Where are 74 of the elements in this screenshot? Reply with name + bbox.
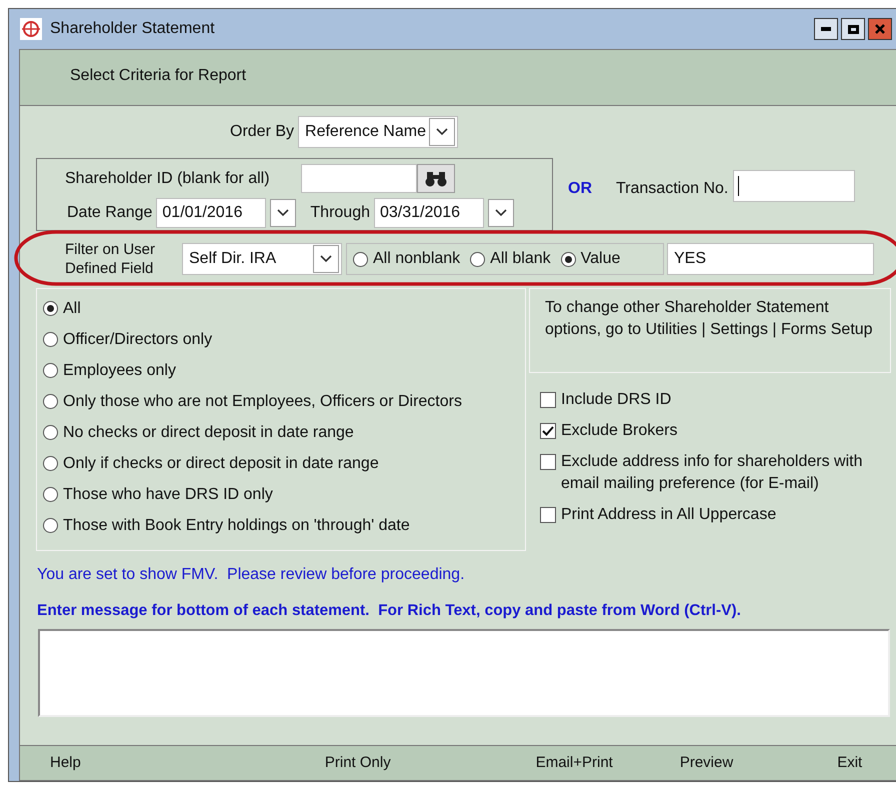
footer-button[interactable]: Email+Print	[536, 752, 613, 774]
message-field[interactable]	[38, 629, 890, 718]
value-field[interactable]: YES	[667, 243, 874, 275]
field-label: Order By	[230, 122, 294, 142]
checkbox[interactable]	[540, 423, 556, 439]
window-title: Shareholder Statement	[50, 19, 215, 39]
radio-option[interactable]: No checks or direct deposit in date range	[43, 420, 354, 444]
close-button[interactable]	[868, 18, 892, 40]
checkbox-option[interactable]: Include DRS ID	[540, 389, 891, 411]
dropdown-button[interactable]	[488, 199, 514, 227]
dropdown-button[interactable]	[313, 245, 339, 273]
date-field[interactable]: 01/01/2016	[156, 198, 266, 228]
minimize-icon	[821, 27, 831, 31]
shareholder-id-field[interactable]	[301, 164, 417, 193]
radio-button[interactable]	[43, 456, 58, 471]
search-button[interactable]	[417, 164, 455, 193]
chevron-down-icon	[277, 209, 290, 217]
radio-option[interactable]: All blank	[470, 247, 551, 271]
or-label: OR	[568, 179, 592, 199]
close-icon	[875, 24, 885, 34]
radio-option[interactable]: Those who have DRS ID only	[43, 482, 273, 506]
radio-option[interactable]: All nonblank	[353, 247, 460, 271]
checkbox[interactable]	[540, 454, 556, 470]
field-select[interactable]: Self Dir. IRA	[182, 243, 342, 275]
app-logo-icon	[20, 18, 42, 40]
checkbox[interactable]	[540, 392, 556, 408]
checkbox[interactable]	[540, 507, 556, 523]
footer-button[interactable]: Preview	[680, 752, 734, 774]
radio-button[interactable]	[43, 301, 58, 316]
chevron-down-icon	[436, 128, 448, 136]
minimize-button[interactable]	[814, 18, 838, 40]
radio-option[interactable]: Employees only	[43, 358, 176, 382]
checkbox-option[interactable]: Exclude Brokers	[540, 420, 891, 442]
fmv-notice: You are set to show FMV. Please review before proceeding.	[37, 565, 466, 585]
radio-button[interactable]	[43, 363, 58, 378]
radio-option[interactable]: Only those who are not Employees, Officers or Directors	[43, 390, 462, 414]
date-field[interactable]: 03/31/2016	[374, 198, 484, 228]
text-cursor	[738, 176, 740, 196]
filter-label: Filter on User Defined Field	[65, 240, 156, 278]
radio-option[interactable]: Only if checks or direct deposit in date range	[43, 452, 379, 476]
field-label: Shareholder ID (blank for all)	[65, 168, 271, 188]
field-label: Through	[310, 203, 370, 223]
transaction-field[interactable]	[733, 170, 856, 202]
binoculars-icon	[424, 170, 448, 186]
radio-button[interactable]	[353, 252, 368, 266]
radio-button[interactable]	[43, 394, 58, 409]
radio-option[interactable]: Those with Book Entry holdings on 'through' date	[43, 514, 410, 538]
maximize-icon	[848, 24, 858, 34]
radio-button[interactable]	[43, 332, 58, 347]
radio-button[interactable]	[43, 487, 58, 502]
checkbox-option[interactable]: Exclude address info for shareholders with email mailing preference (for E-mail)	[540, 451, 891, 495]
chevron-down-icon	[320, 255, 332, 263]
field-label: Transaction No.	[616, 179, 728, 199]
chevron-down-icon	[494, 209, 507, 217]
radio-option[interactable]: Value	[560, 247, 620, 271]
footer-button[interactable]: Print Only	[324, 752, 391, 774]
footer-button[interactable]: Exit	[837, 752, 862, 774]
radio-button[interactable]	[470, 252, 486, 266]
dropdown-button[interactable]	[270, 199, 296, 227]
checkmark-icon	[542, 426, 554, 436]
radio-option[interactable]: All	[43, 296, 81, 320]
dropdown-button[interactable]	[428, 118, 455, 146]
order-by-select[interactable]: Reference Name	[298, 116, 458, 148]
radio-button[interactable]	[43, 518, 58, 533]
info-text: To change other Shareholder Statement options, go to Utilities | Settings | Forms Setup	[545, 299, 873, 338]
field-label: Date Range	[67, 203, 152, 223]
footer-button[interactable]: Help	[50, 752, 81, 774]
header-title: Select Criteria for Report	[70, 67, 246, 84]
maximize-button[interactable]	[841, 18, 865, 40]
radio-button[interactable]	[560, 252, 576, 266]
radio-button[interactable]	[43, 425, 58, 440]
checkbox-option[interactable]: Print Address in All Uppercase	[540, 504, 891, 526]
message-prompt: Enter message for bottom of each statement. For Rich Text, copy and paste from Word (Ctrl-V).	[37, 601, 742, 621]
radio-option[interactable]: Officer/Directors only	[43, 328, 212, 352]
